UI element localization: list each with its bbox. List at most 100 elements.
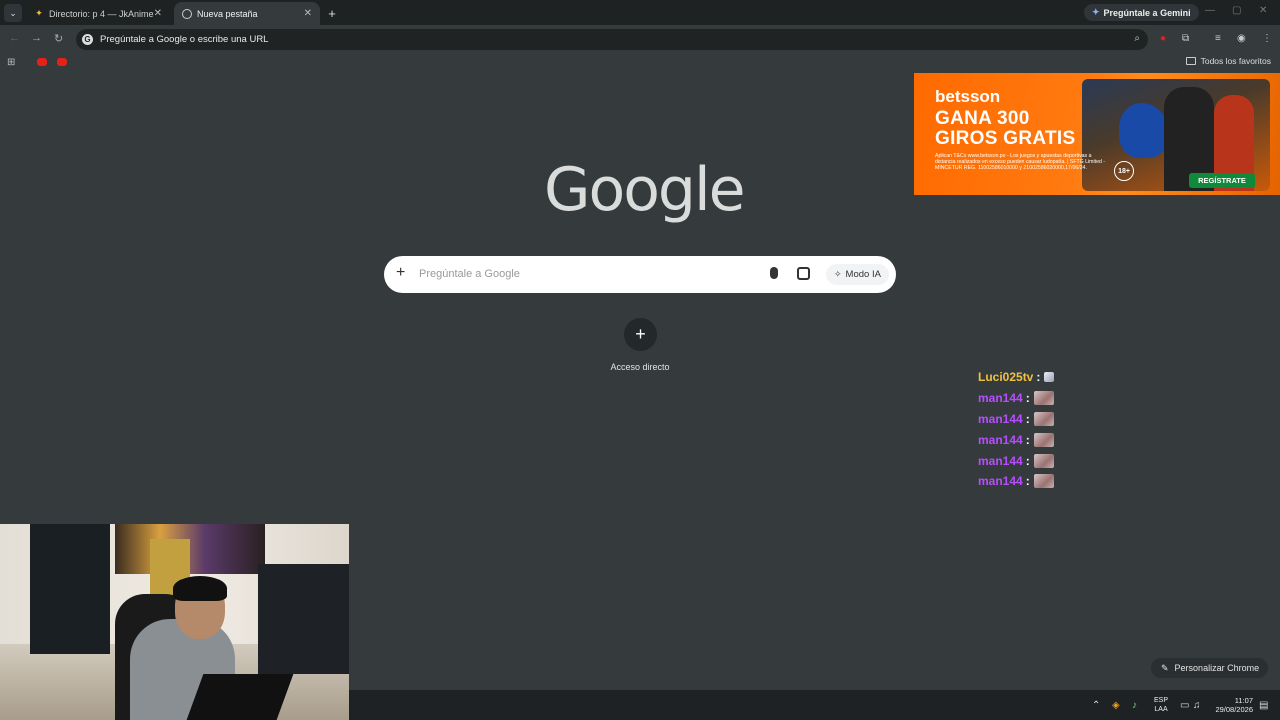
chat-separator: : — [1025, 453, 1030, 468]
network-icon[interactable]: ▭ — [1180, 700, 1189, 711]
google-logo: Google — [544, 155, 746, 225]
menu-kebab-icon[interactable]: ⋮ — [1262, 33, 1272, 44]
chrome-favicon-icon — [182, 8, 192, 19]
maximize-icon[interactable]: ▢ — [1232, 5, 1241, 16]
profile-avatar-icon[interactable]: ◉ — [1237, 33, 1246, 44]
tab-search-button[interactable]: ⌄ — [4, 4, 22, 22]
chat-message: man144: — [978, 388, 1054, 409]
ai-mode-button[interactable]: ✧ Modo IA — [826, 264, 889, 285]
ai-mode-sparkle-icon: ✧ — [834, 269, 842, 279]
add-attachment-icon[interactable]: + — [396, 264, 405, 282]
plus-icon: + — [635, 324, 646, 344]
chevron-up-icon[interactable]: ⌃ — [1092, 700, 1100, 711]
stream-chat-overlay: Luci025tv: man144: man144: man144: man144: ma… — [978, 367, 1055, 492]
all-bookmarks-button[interactable]: Todos los favoritos — [1185, 56, 1271, 66]
chat-separator: : — [1025, 411, 1030, 426]
chat-username: man144 — [978, 432, 1023, 447]
chat-separator: : — [1025, 391, 1030, 406]
clock-date: 29/08/2026 — [1215, 705, 1253, 714]
search-placeholder: Pregúntale a Google — [419, 268, 520, 280]
chat-emote-icon — [1033, 453, 1054, 468]
youtube-bookmark-icon[interactable] — [57, 58, 67, 66]
ad-brand: betsson — [935, 87, 1001, 106]
ad-headline-2: GIROS GRATIS — [935, 128, 1076, 149]
chat-message: man144: — [978, 471, 1054, 492]
google-g-icon: G — [82, 34, 93, 45]
chat-emote-icon — [1033, 391, 1054, 406]
folder-icon — [1185, 57, 1196, 65]
ask-gemini-label: Pregúntale a Gemini — [1103, 7, 1191, 18]
chat-message: man144: — [978, 409, 1054, 430]
tab-strip: ⌄ ✦ Directorio: p 4 — JkAnime ✕ Nueva pe… — [0, 0, 1280, 25]
language-code: ESP — [1154, 697, 1169, 704]
youtube-bookmark-icon[interactable] — [37, 58, 47, 66]
all-bookmarks-label: Todos los favoritos — [1200, 56, 1271, 66]
chat-separator: : — [1025, 474, 1030, 489]
chat-emote-icon — [1044, 372, 1055, 383]
ad-register-button[interactable]: REGÍSTRATE — [1189, 173, 1255, 188]
jkanime-favicon-icon: ✦ — [35, 8, 43, 18]
minimize-icon[interactable]: — — [1205, 5, 1215, 16]
language-indicator[interactable]: ESP LAA — [1154, 696, 1168, 714]
webcam-overlay — [0, 524, 349, 720]
chat-emote-icon — [1033, 474, 1054, 489]
microphone-icon[interactable] — [770, 267, 778, 279]
webcam-keyboard — [186, 674, 294, 720]
microphone-tray-icon[interactable]: ♪ — [1132, 700, 1137, 711]
chat-username: Luci025tv — [978, 370, 1034, 385]
keyboard-layout: LAA — [1154, 706, 1168, 713]
tab-jkanime[interactable]: ✦ Directorio: p 4 — JkAnime ✕ — [26, 2, 170, 25]
ask-gemini-button[interactable]: ✦ Pregúntale a Gemini — [1084, 4, 1199, 21]
chat-message: Luci025tv: — [978, 367, 1055, 388]
customize-chrome-button[interactable]: ✎ Personalizar Chrome — [1151, 658, 1268, 678]
close-window-icon[interactable]: ✕ — [1259, 5, 1267, 16]
app-tray-icon[interactable]: ◈ — [1112, 700, 1120, 711]
chat-emote-icon — [1033, 432, 1054, 447]
add-shortcut-button[interactable]: + — [624, 318, 657, 351]
zoom-icon[interactable]: ⌕ — [1134, 33, 1140, 44]
media-controls-icon[interactable]: ≡ — [1215, 33, 1221, 44]
customize-chrome-label: Personalizar Chrome — [1174, 663, 1260, 673]
chat-emote-icon — [1033, 411, 1054, 426]
chat-message: man144: — [978, 450, 1054, 471]
notification-icon[interactable]: ▤ — [1259, 700, 1268, 711]
new-tab-button[interactable]: + — [324, 5, 340, 21]
chat-username: man144 — [978, 391, 1023, 406]
close-tab-icon[interactable]: ✕ — [304, 8, 312, 19]
chat-username: man144 — [978, 453, 1023, 468]
chat-username: man144 — [978, 474, 1023, 489]
bookmarks-bar: ⊞ Todos los favoritos — [0, 53, 1280, 71]
clock[interactable]: 11:07 29/08/2026 — [1211, 696, 1253, 714]
betsson-ad-banner[interactable]: betsson GANA 300 GIROS GRATIS Aplican T&… — [914, 73, 1280, 195]
chat-username: man144 — [978, 411, 1023, 426]
reload-icon[interactable]: ↻ — [54, 32, 63, 45]
ad-headline-1: GANA 300 — [935, 108, 1030, 129]
apps-grid-icon[interactable]: ⊞ — [7, 57, 15, 68]
chat-message: man144: — [978, 429, 1054, 450]
add-shortcut-label: Acceso directo — [610, 362, 670, 372]
pencil-icon: ✎ — [1161, 662, 1169, 673]
webcam-monitor — [258, 564, 349, 674]
taskbar: ⌃ ◈ ♪ ESP LAA ▭ ♫ 11:07 29/08/2026 ▤ — [349, 690, 1280, 720]
extensions-puzzle-icon[interactable]: ⧉ — [1182, 33, 1189, 44]
webcam-door — [30, 524, 110, 654]
gemini-sparkle-icon: ✦ — [1092, 7, 1100, 17]
google-lens-icon[interactable] — [797, 267, 810, 280]
back-arrow-icon[interactable]: ← — [9, 32, 20, 44]
webcam-hair — [173, 576, 227, 601]
volume-icon[interactable]: ♫ — [1193, 700, 1201, 711]
ai-mode-label: Modo IA — [845, 269, 881, 280]
ad-legal-text: Aplican T&Cs www.betsson.pe - Los juegos… — [935, 153, 1106, 171]
clock-time: 11:07 — [1234, 696, 1253, 705]
forward-arrow-icon[interactable]: → — [31, 32, 42, 44]
address-bar[interactable]: G Pregúntale a Google o escribe una URL … — [76, 29, 1148, 50]
search-box[interactable]: + Pregúntale a Google ✧ Modo IA — [384, 256, 896, 293]
tab-new-tab[interactable]: Nueva pestaña ✕ — [174, 2, 320, 25]
tab-title: Nueva pestaña — [197, 8, 258, 19]
chat-separator: : — [1025, 432, 1030, 447]
toolbar: ← → ↻ G Pregúntale a Google o escribe un… — [0, 25, 1280, 53]
extension-red-icon[interactable]: ● — [1160, 33, 1166, 44]
close-tab-icon[interactable]: ✕ — [154, 8, 162, 19]
address-bar-text: Pregúntale a Google o escribe una URL — [100, 34, 269, 45]
tab-title: Directorio: p 4 — JkAnime — [49, 8, 154, 19]
